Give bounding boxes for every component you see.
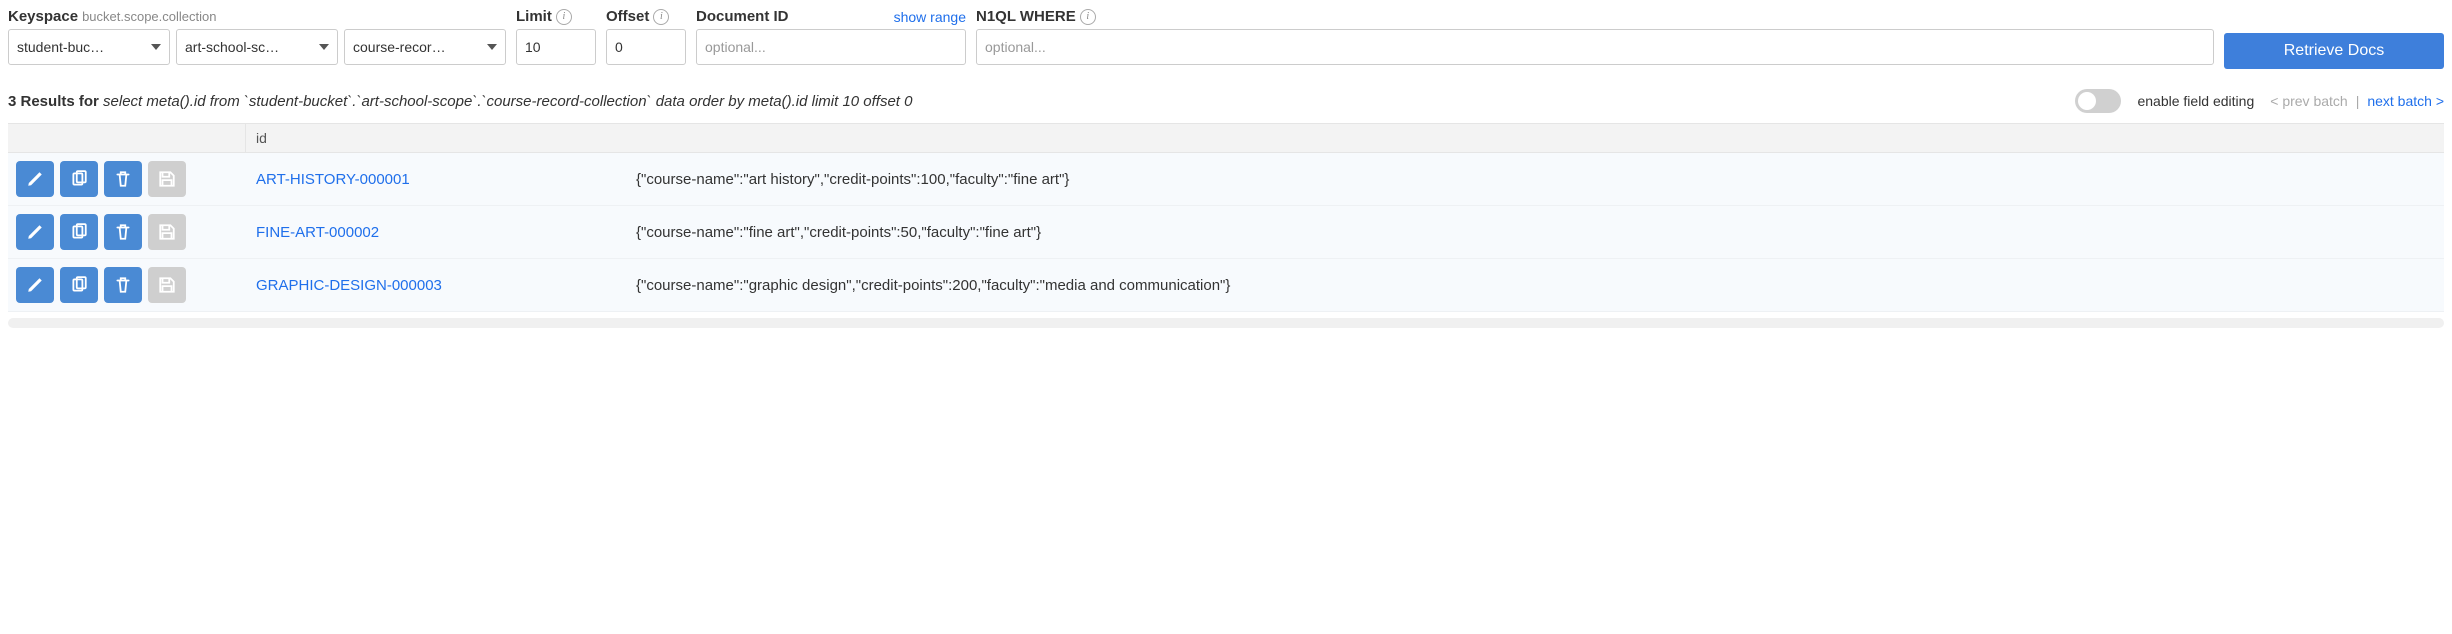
document-id-label: Document ID	[696, 8, 789, 25]
results-table: id ART-HISTORY-000001{"course-name":"art…	[8, 123, 2444, 328]
save-button	[148, 161, 186, 197]
table-row: FINE-ART-000002{"course-name":"fine art"…	[8, 206, 2444, 259]
save-icon	[158, 276, 176, 294]
limit-input[interactable]: 10	[516, 29, 596, 65]
save-button	[148, 214, 186, 250]
next-batch-link[interactable]: next batch >	[2367, 93, 2444, 109]
copy-button[interactable]	[60, 267, 98, 303]
row-actions	[8, 214, 246, 250]
collection-select[interactable]: course-recor…	[344, 29, 506, 65]
prev-batch-link: < prev batch	[2270, 93, 2347, 109]
show-range-link[interactable]: show range	[894, 9, 966, 25]
n1ql-where-label: N1QL WHERE i	[976, 8, 2214, 25]
delete-icon	[114, 170, 132, 188]
table-row: GRAPHIC-DESIGN-000003{"course-name":"gra…	[8, 259, 2444, 312]
bucket-select[interactable]: student-buc…	[8, 29, 170, 65]
results-summary-row: 3 Results for select meta().id from `stu…	[8, 89, 2444, 113]
limit-label-text: Limit	[516, 8, 552, 25]
table-body: ART-HISTORY-000001{"course-name":"art hi…	[8, 153, 2444, 312]
actions-header	[8, 124, 246, 152]
copy-button[interactable]	[60, 214, 98, 250]
offset-input[interactable]: 0	[606, 29, 686, 65]
edit-icon	[26, 223, 44, 241]
n1ql-where-input[interactable]	[976, 29, 2214, 65]
copy-icon	[70, 276, 88, 294]
save-icon	[158, 170, 176, 188]
n1ql-where-group: N1QL WHERE i	[976, 8, 2214, 65]
offset-value: 0	[615, 39, 623, 55]
enable-field-editing-label: enable field editing	[2137, 93, 2254, 109]
info-icon[interactable]: i	[1080, 9, 1096, 25]
document-content: {"course-name":"fine art","credit-points…	[636, 224, 2444, 241]
info-icon[interactable]: i	[653, 9, 669, 25]
delete-icon	[114, 276, 132, 294]
document-id-label-row: Document ID show range	[696, 8, 966, 25]
document-content: {"course-name":"graphic design","credit-…	[636, 277, 2444, 294]
keyspace-label: Keyspace bucket.scope.collection	[8, 8, 506, 25]
enable-field-editing-toggle[interactable]	[2075, 89, 2121, 113]
results-text: 3 Results for select meta().id from `stu…	[8, 91, 2059, 112]
row-actions	[8, 267, 246, 303]
row-actions	[8, 161, 246, 197]
results-query: select meta().id from `student-bucket`.`…	[103, 93, 912, 110]
scope-select-value: art-school-sc…	[185, 39, 279, 55]
document-id-input[interactable]	[696, 29, 966, 65]
limit-group: Limit i 10	[516, 8, 596, 65]
collection-select-value: course-recor…	[353, 39, 446, 55]
delete-icon	[114, 223, 132, 241]
retrieve-group: Retrieve Docs	[2224, 8, 2444, 69]
document-id-field[interactable]	[705, 39, 957, 55]
edit-button[interactable]	[16, 267, 54, 303]
copy-icon	[70, 223, 88, 241]
save-icon	[158, 223, 176, 241]
limit-value: 10	[525, 39, 541, 55]
delete-button[interactable]	[104, 214, 142, 250]
n1ql-where-field[interactable]	[985, 39, 2205, 55]
document-id-group: Document ID show range	[696, 8, 966, 65]
edit-icon	[26, 276, 44, 294]
batch-navigation: < prev batch | next batch >	[2270, 93, 2444, 109]
edit-button[interactable]	[16, 214, 54, 250]
info-icon[interactable]: i	[556, 9, 572, 25]
table-header: id	[8, 123, 2444, 153]
document-id-link[interactable]: ART-HISTORY-000001	[246, 171, 636, 188]
chevron-down-icon	[487, 44, 497, 50]
document-id-link[interactable]: FINE-ART-000002	[246, 224, 636, 241]
delete-button[interactable]	[104, 161, 142, 197]
bucket-select-value: student-buc…	[17, 39, 104, 55]
results-count: 3 Results for	[8, 93, 99, 110]
spacer	[2224, 8, 2444, 29]
offset-label: Offset i	[606, 8, 686, 25]
edit-icon	[26, 170, 44, 188]
delete-button[interactable]	[104, 267, 142, 303]
offset-label-text: Offset	[606, 8, 649, 25]
horizontal-scrollbar[interactable]	[8, 318, 2444, 328]
document-id-link[interactable]: GRAPHIC-DESIGN-000003	[246, 277, 636, 294]
keyspace-group: Keyspace bucket.scope.collection student…	[8, 8, 506, 65]
n1ql-where-label-text: N1QL WHERE	[976, 8, 1076, 25]
batch-separator: |	[2356, 93, 2360, 109]
offset-group: Offset i 0	[606, 8, 686, 65]
edit-button[interactable]	[16, 161, 54, 197]
limit-label: Limit i	[516, 8, 596, 25]
id-header[interactable]: id	[246, 124, 636, 152]
copy-button[interactable]	[60, 161, 98, 197]
scope-select[interactable]: art-school-sc…	[176, 29, 338, 65]
keyspace-sublabel: bucket.scope.collection	[82, 9, 216, 24]
filters-row: Keyspace bucket.scope.collection student…	[8, 8, 2444, 69]
keyspace-label-text: Keyspace	[8, 8, 78, 25]
save-button	[148, 267, 186, 303]
chevron-down-icon	[151, 44, 161, 50]
retrieve-docs-button[interactable]: Retrieve Docs	[2224, 33, 2444, 69]
copy-icon	[70, 170, 88, 188]
chevron-down-icon	[319, 44, 329, 50]
document-content: {"course-name":"art history","credit-poi…	[636, 171, 2444, 188]
table-row: ART-HISTORY-000001{"course-name":"art hi…	[8, 153, 2444, 206]
